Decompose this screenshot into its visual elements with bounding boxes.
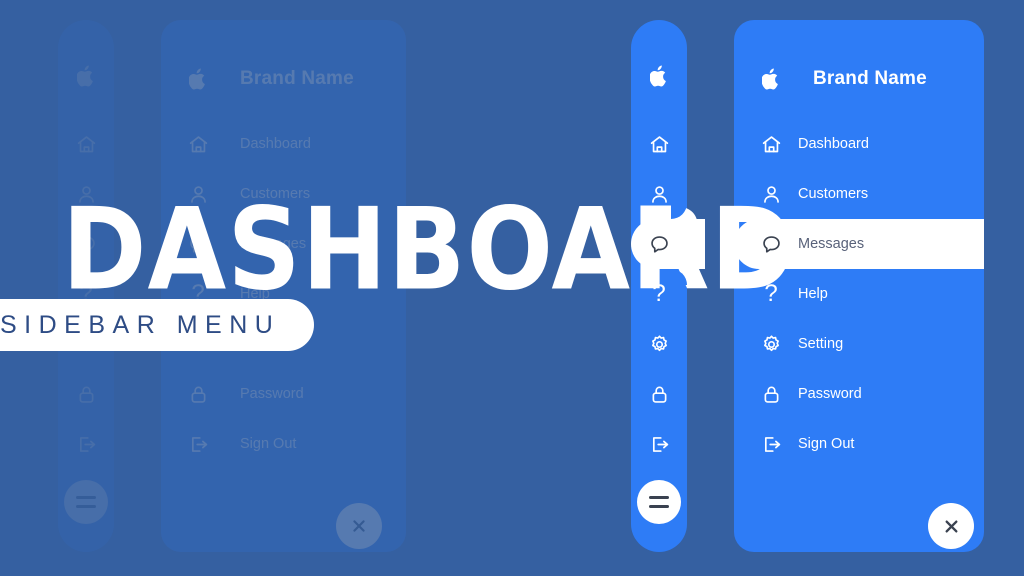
close-icon [945,520,957,532]
apple-logo-icon [761,68,778,90]
menu-toggle-button[interactable] [637,480,681,524]
home-icon [77,135,95,152]
label-messages: Messages [798,236,865,252]
icon-logout [754,434,788,455]
chat-bubble-icon [650,235,668,253]
home-icon [762,135,780,152]
icon-help: ? [764,280,778,307]
label-setting: Setting [798,336,844,352]
brand-logo [754,68,788,90]
logout-icon [764,436,780,452]
brand-name: Brand Name [813,68,927,89]
close-icon [353,520,365,532]
brand: Brand Name [754,63,927,95]
ghost-menu-item-dashboard: Dashboard [161,119,406,169]
menu-item-dashboard[interactable]: Dashboard [734,119,984,169]
ghost-icon-logout [181,434,215,455]
chat-bubble-icon [762,235,780,253]
apple-logo-icon [188,68,205,90]
ghost-rail-item-dashboard [58,119,114,169]
logout-icon [191,436,207,452]
icon-gear [754,334,788,355]
ghost-rail-logo [58,51,114,101]
ghost-brand-logo [181,68,215,90]
ghost-icon-home [181,134,215,155]
gear-icon [763,334,779,351]
ghost-rail-item-signout [58,419,114,469]
icon-lock [754,384,788,405]
icon-home [754,134,788,155]
subtitle-pill: SIDEBAR MENU [0,299,315,351]
home-icon [189,135,207,152]
lock-icon [652,386,666,403]
label-help: Help [798,286,828,302]
lock-icon [191,386,205,403]
home-icon [650,135,668,152]
user-icon [763,185,779,203]
lock-icon [79,386,93,403]
apple-logo-icon [76,65,93,87]
ghost-brand: Brand Name [181,63,354,95]
subtitle-text: SIDEBAR MENU [0,310,281,339]
ghost-brand-name: Brand Name [240,68,354,89]
sidebar-panel: Brand Name Dashboard Customers Messages … [734,20,984,552]
icon-chat [754,234,788,255]
logout-icon [652,436,668,452]
label-signout: Sign Out [798,436,855,452]
menu-item-messages[interactable]: Messages [734,219,984,269]
ghost-label-password: Password [240,386,304,402]
rail-item-signout[interactable] [631,419,687,469]
rail-item-dashboard[interactable] [631,119,687,169]
logout-icon [79,436,95,452]
rail-logo [631,51,687,101]
hamburger-icon-bar2 [76,505,96,508]
hamburger-icon [76,496,96,499]
user-icon [651,185,667,203]
question-mark-icon: ? [652,280,666,307]
ghost-close-button [336,503,382,549]
ghost-menu-toggle-button [64,480,108,524]
close-button[interactable] [928,503,974,549]
rail-item-password[interactable] [631,369,687,419]
menu-item-signout[interactable]: Sign Out [734,419,984,469]
label-customers: Customers [798,186,869,202]
ghost-menu-item-signout: Sign Out [161,419,406,469]
apple-logo-icon [649,65,666,87]
label-password: Password [798,386,862,402]
icon-user [754,184,788,205]
label-dashboard: Dashboard [798,136,869,152]
gear-icon [651,334,667,351]
lock-icon [764,386,778,403]
ghost-icon-lock [181,384,215,405]
rail-item-setting[interactable] [631,319,687,369]
menu-item-setting[interactable]: Setting [734,319,984,369]
ghost-menu-item-password: Password [161,369,406,419]
ghost-label-dashboard: Dashboard [240,136,311,152]
menu-item-password[interactable]: Password [734,369,984,419]
ghost-rail-item-password [58,369,114,419]
ghost-label-signout: Sign Out [240,436,297,452]
hamburger-icon-bar2 [649,505,669,508]
hamburger-icon [649,496,669,499]
screen: ? Brand Name Dashboard Customers Message… [0,0,1024,576]
